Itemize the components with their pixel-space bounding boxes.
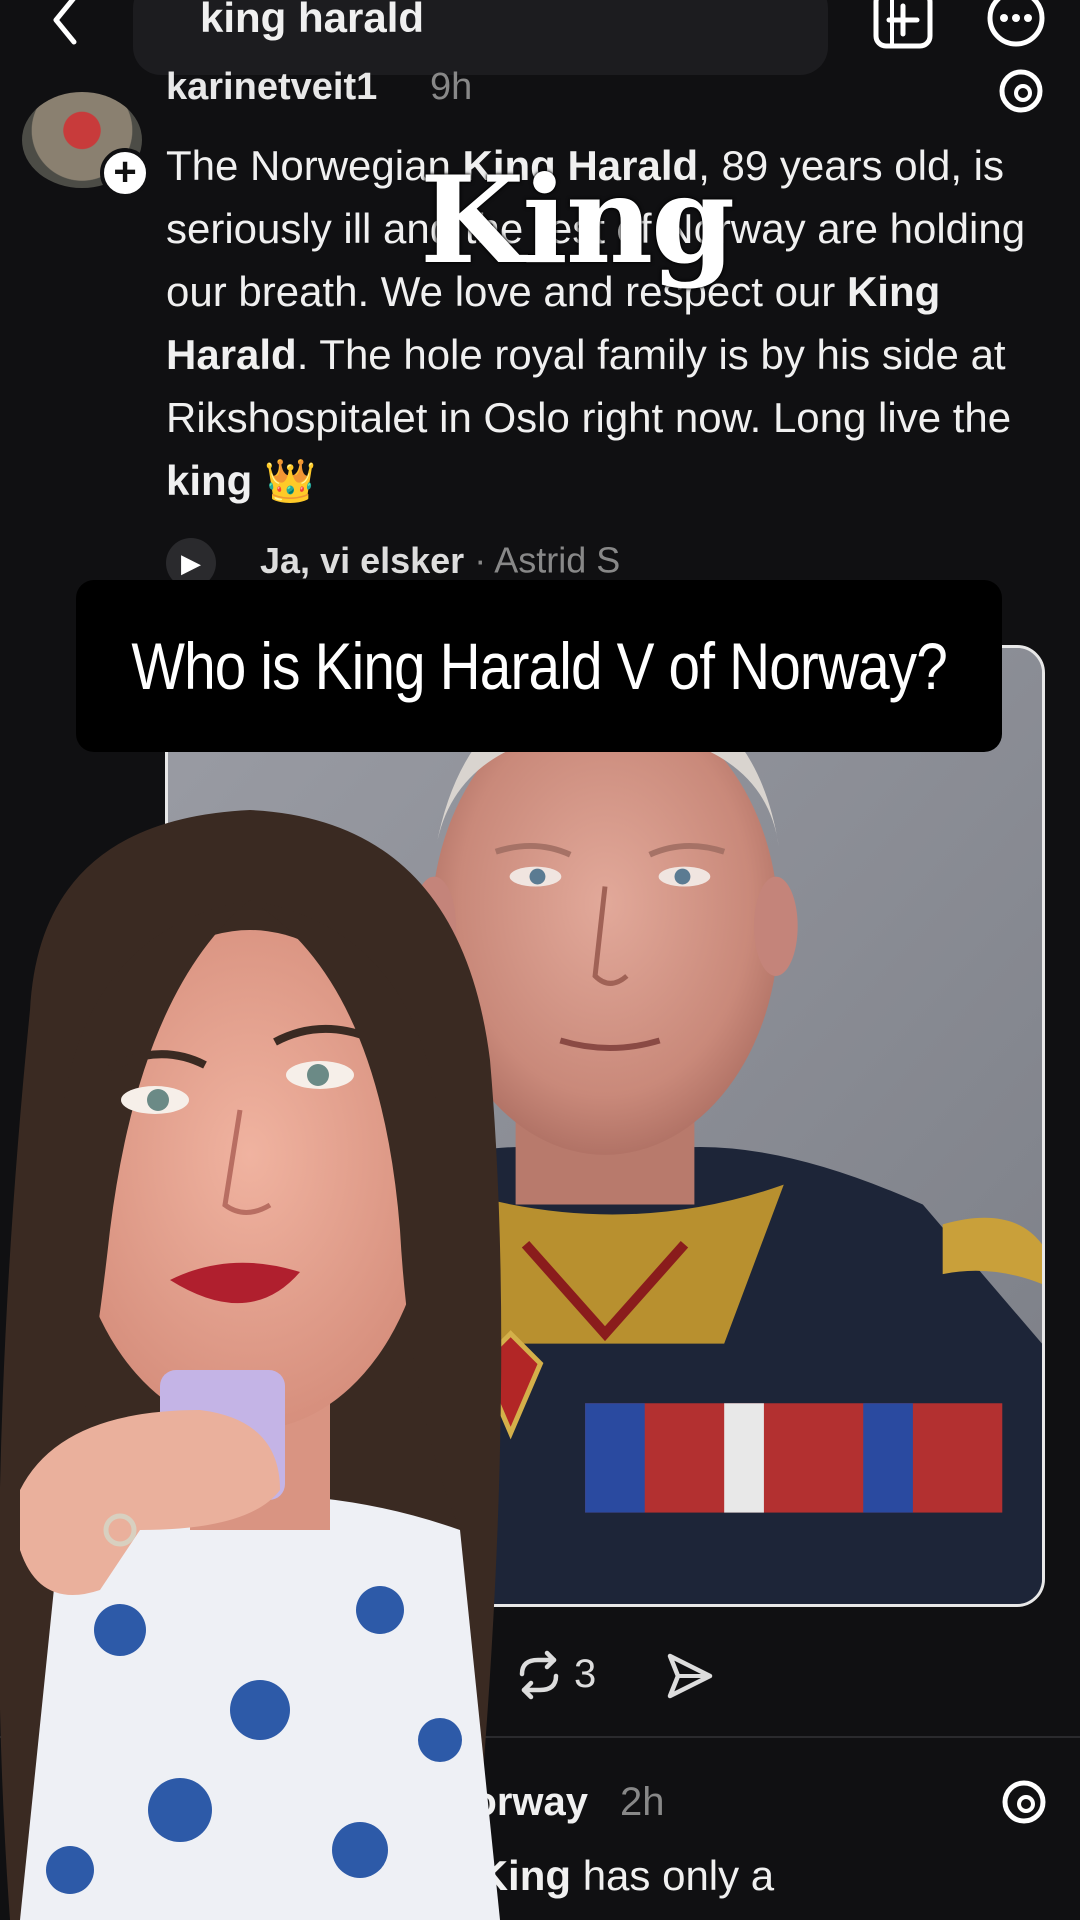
more-options-button[interactable] [986, 0, 1046, 50]
follow-button[interactable]: + [100, 148, 150, 198]
crown-emoji: 👑 [252, 457, 317, 504]
repost-count: 3 [574, 1652, 597, 1696]
share-button[interactable] [664, 1650, 716, 1702]
post-body-text-1: The Norwegian [166, 142, 463, 189]
post-username[interactable]: karinetveit1 [166, 66, 377, 110]
back-button[interactable] [40, 0, 90, 50]
audio-artist: Astrid S [494, 539, 621, 581]
post-body-highlight-3: king [166, 457, 253, 504]
search-query-text: king harald [200, 0, 425, 41]
repost-button[interactable] [514, 1650, 564, 1700]
caption-text: Who is King Harald V of Norway? [131, 629, 947, 703]
post2-timestamp: 2h [620, 1780, 665, 1824]
new-post-icon [873, 0, 933, 49]
new-post-button[interactable] [872, 0, 934, 52]
threads-button-2[interactable] [1000, 1778, 1048, 1826]
threads-icon [999, 69, 1043, 113]
more-icon [987, 0, 1045, 47]
overlay-word: King [420, 150, 735, 291]
back-icon [53, 0, 77, 45]
post2-text-suffix: has only a [571, 1852, 775, 1899]
plus-icon: + [113, 150, 137, 194]
share-icon [667, 1653, 713, 1699]
audio-title: Ja, vi elsker [260, 539, 465, 581]
audio-separator: · [474, 539, 495, 581]
repost-icon [519, 1650, 559, 1700]
threads-button[interactable] [998, 68, 1044, 114]
threads-icon [1002, 1780, 1046, 1824]
caption-banner: Who is King Harald V of Norway? [76, 580, 1002, 752]
post-timestamp: 9h [430, 66, 473, 108]
presenter-image [0, 810, 502, 1920]
presenter-overlay [0, 810, 520, 1920]
